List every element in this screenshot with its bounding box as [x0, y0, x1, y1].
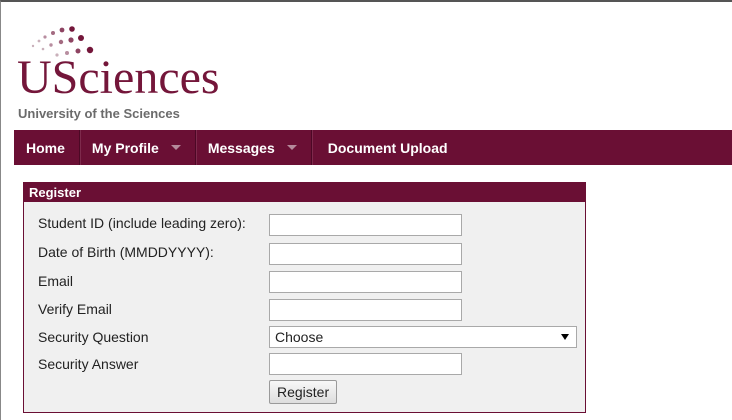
register-panel-title: Register [24, 183, 585, 202]
caret-down-icon [170, 145, 181, 150]
student-id-input[interactable] [269, 214, 462, 236]
verify-email-input[interactable] [269, 299, 462, 321]
logo-wordmark-u: U [17, 51, 52, 104]
usciences-logo[interactable]: USciences University of the Sciences [15, 20, 245, 130]
page-frame: USciences University of the Sciences Hom… [0, 0, 732, 420]
nav-item-document-upload[interactable]: Document Upload [312, 130, 462, 165]
register-button[interactable]: Register [269, 380, 338, 404]
nav-item-home[interactable]: Home [14, 130, 80, 165]
nav-item-label: Document Upload [327, 139, 448, 156]
security-answer-input[interactable] [269, 353, 462, 375]
security-question-selected: Choose [275, 329, 324, 345]
nav-item-label: My Profile [91, 139, 159, 156]
dob-input[interactable] [269, 243, 462, 265]
main-nav: Home My Profile Messages Document Upload [14, 130, 732, 165]
logo-wordmark-rest: Sciences [51, 51, 220, 104]
dropdown-arrow-icon [561, 334, 569, 340]
nav-item-messages[interactable]: Messages [196, 130, 312, 165]
logo-wordmark: USciences [17, 50, 220, 106]
nav-item-label: Home [26, 139, 65, 156]
email-input[interactable] [269, 271, 462, 293]
security-question-label: Security Question [38, 329, 149, 345]
nav-item-my-profile[interactable]: My Profile [80, 130, 196, 165]
register-panel: Register Student ID (include leading zer… [23, 182, 586, 413]
verify-email-label: Verify Email [38, 301, 112, 317]
security-question-select[interactable]: Choose [269, 326, 577, 348]
security-answer-label: Security Answer [38, 356, 139, 372]
email-label: Email [38, 273, 74, 289]
caret-down-icon [286, 145, 297, 150]
student-id-label: Student ID (include leading zero): [38, 215, 246, 231]
logo-subtitle: University of the Sciences [18, 106, 180, 121]
dob-label: Date of Birth (MMDDYYYY): [38, 244, 214, 260]
nav-item-label: Messages [207, 139, 275, 156]
